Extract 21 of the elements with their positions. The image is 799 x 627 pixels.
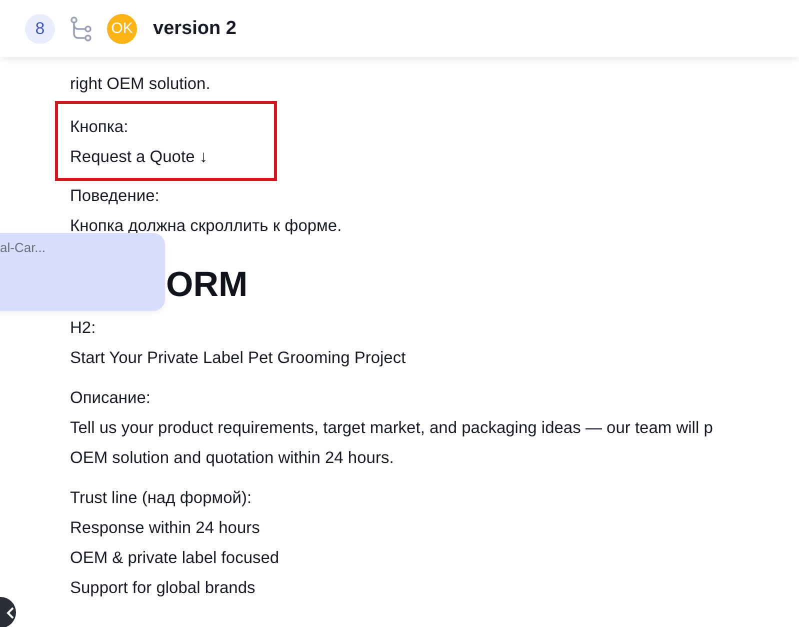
text-line: Кнопка:: [70, 117, 130, 138]
text-line: OEM & private label focused: [70, 548, 280, 569]
text-line: Support for global brands: [70, 578, 256, 599]
text-line: Request a Quote ↓: [70, 147, 209, 168]
branch-icon[interactable]: [69, 16, 93, 42]
card-label: al-Car...: [0, 240, 46, 255]
text-line: Tell us your product requirements, target market, and packaging ideas — our team will p: [70, 418, 714, 439]
chevron-left-icon: [5, 606, 15, 620]
count-badge: 8: [25, 14, 55, 44]
text-line: Поведение:: [70, 186, 160, 207]
text-line: Trust line (над формой):: [70, 488, 253, 509]
section-heading: ORM: [166, 264, 249, 306]
text-line: OEM solution and quotation within 24 hours.: [70, 448, 395, 469]
text-line: Описание:: [70, 388, 152, 409]
text-line: Response within 24 hours: [70, 518, 261, 539]
floating-card[interactable]: al-Car...: [0, 233, 165, 311]
text-line: Start Your Private Label Pet Grooming Project: [70, 348, 407, 369]
avatar: OK: [107, 14, 137, 44]
document-title: version 2: [153, 18, 236, 40]
text-line: right OEM solution.: [70, 74, 212, 95]
text-line: H2:: [70, 318, 97, 339]
